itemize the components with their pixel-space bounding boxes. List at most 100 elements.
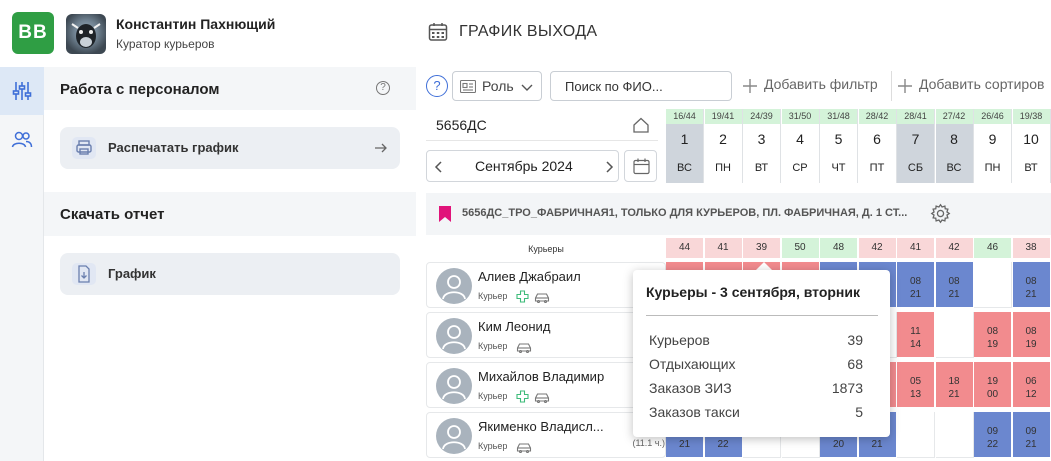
courier-row[interactable]: Ким ЛеонидКурьер84.7(84.7 <box>426 312 666 358</box>
question-icon[interactable]: ? <box>426 75 448 97</box>
courier-row[interactable]: Михайлов ВладимирКурьер195.9(135.9 <box>426 362 666 408</box>
divider <box>891 71 892 101</box>
shift-cell[interactable]: 08 19 <box>974 312 1012 358</box>
day-column[interactable]: 27/42 8 ВС <box>935 109 974 183</box>
chevron-left-icon[interactable] <box>433 160 445 174</box>
day-count: 26/46 <box>974 109 1011 124</box>
day-column[interactable]: 19/38 10 ВТ <box>1012 109 1051 183</box>
tooltip-row-label: Курьеров <box>649 332 710 348</box>
day-of-week: ПТ <box>869 162 885 174</box>
plus-icon <box>516 390 529 408</box>
courier-avatar <box>436 418 472 454</box>
day-column[interactable]: 19/41 2 ПН <box>704 109 743 183</box>
help-icon[interactable]: ? <box>376 81 390 95</box>
day-count: 16/44 <box>666 109 703 124</box>
day-column[interactable]: 31/50 4 СР <box>781 109 820 183</box>
shift-cell[interactable] <box>935 412 974 458</box>
sliders-icon[interactable] <box>11 80 33 102</box>
tooltip-arrow <box>756 262 772 270</box>
day-number: 9 <box>988 131 997 147</box>
day-of-week: ПН <box>984 162 1001 174</box>
user-avatar[interactable] <box>66 14 106 54</box>
add-sort-button[interactable]: Добавить сортиров <box>919 76 1044 92</box>
chevron-down-icon <box>521 84 533 91</box>
shift-cell[interactable]: 06 12 <box>1012 362 1051 408</box>
users-icon[interactable] <box>11 129 33 151</box>
calendar-icon <box>633 158 650 175</box>
day-total-cell: 38 <box>1012 238 1051 258</box>
day-column[interactable]: 24/39 3 ВТ <box>743 109 781 183</box>
courier-role: Курьер <box>478 391 508 401</box>
day-of-week: ВТ <box>1024 162 1038 174</box>
shift-cell[interactable]: 05 13 <box>897 362 935 408</box>
bookmark-icon <box>439 206 451 222</box>
month-label: Сентябрь 2024 <box>475 158 573 174</box>
add-filter-button[interactable]: Добавить фильтр <box>764 76 878 92</box>
courier-name[interactable]: Якименко Владисл... <box>478 419 604 434</box>
tooltip-row-label: Отдыхающих <box>649 356 736 372</box>
tooltip-row-value: 68 <box>847 356 863 372</box>
shift-cell[interactable]: 11 14 <box>897 312 935 358</box>
shift-cell[interactable]: 09 22 <box>974 412 1012 458</box>
day-total-cell: 41 <box>704 238 743 258</box>
tooltip-title: Курьеры - 3 сентября, вторник <box>646 284 860 300</box>
shift-cell[interactable] <box>935 312 974 358</box>
calendar-button[interactable] <box>624 150 657 182</box>
courier-role: Курьер <box>478 341 508 351</box>
day-number: 8 <box>950 131 958 147</box>
shift-cell[interactable]: 08 21 <box>897 262 935 308</box>
home-icon <box>633 117 649 133</box>
day-column[interactable]: 26/46 9 ПН <box>974 109 1012 183</box>
courier-avatar <box>436 368 472 404</box>
page-title: ГРАФИК ВЫХОДА <box>459 23 598 40</box>
day-of-week: ВС <box>946 162 962 174</box>
shift-cell[interactable] <box>974 262 1012 308</box>
courier-row[interactable]: Якименко Владисл...Курьер164.6(11.1 ч.) <box>426 412 666 458</box>
day-count: 31/48 <box>820 109 857 124</box>
day-number: 2 <box>719 131 727 147</box>
day-column[interactable]: 28/41 7 СБ <box>897 109 935 183</box>
courier-avatar <box>436 268 472 304</box>
day-of-week: ВС <box>677 162 692 174</box>
download-schedule-button[interactable]: График <box>60 253 400 295</box>
courier-name[interactable]: Михайлов Владимир <box>478 369 604 384</box>
courier-name[interactable]: Ким Леонид <box>478 319 550 334</box>
tooltip-row-value: 5 <box>855 404 863 420</box>
chevron-right-icon[interactable] <box>603 160 615 174</box>
day-column[interactable]: 16/44 1 ВС <box>666 109 704 183</box>
courier-avatar <box>436 318 472 354</box>
courier-role: Курьер <box>478 291 508 301</box>
day-column[interactable]: 31/48 5 ЧТ <box>820 109 858 183</box>
file-download-icon <box>72 263 96 285</box>
courier-name[interactable]: Алиев Джабраил <box>478 269 581 284</box>
shift-cell[interactable]: 08 21 <box>1012 262 1051 308</box>
car-icon <box>534 291 550 309</box>
id-card-icon <box>460 80 476 93</box>
day-count: 27/42 <box>935 109 973 124</box>
store-selector[interactable]: 5656ДС <box>426 109 658 141</box>
day-column[interactable]: 28/42 6 ПТ <box>858 109 897 183</box>
shift-cell[interactable]: 19 00 <box>974 362 1012 408</box>
calendar-icon <box>428 23 448 41</box>
tooltip-row-label: Заказов ЗИЗ <box>649 380 732 396</box>
shift-cell[interactable]: 18 21 <box>935 362 974 408</box>
shift-cell[interactable] <box>897 412 935 458</box>
app-logo[interactable]: BB <box>12 12 54 54</box>
gear-icon[interactable] <box>930 203 951 224</box>
shift-cell[interactable]: 08 21 <box>935 262 974 308</box>
print-schedule-button[interactable]: Распечатать график <box>60 127 400 169</box>
day-of-week: СБ <box>907 162 924 174</box>
plus-icon <box>516 290 529 308</box>
day-of-week: ПН <box>715 162 731 174</box>
user-name: Константин Пахнющий <box>116 16 276 32</box>
couriers-column-header: Курьеры <box>528 244 564 254</box>
day-total-cell: 46 <box>974 238 1012 258</box>
user-role: Куратор курьеров <box>116 37 215 51</box>
search-input[interactable] <box>550 71 732 101</box>
shift-cell[interactable]: 08 19 <box>1012 312 1051 358</box>
courier-row[interactable]: Алиев ДжабраилКурьер293.5(202.5 <box>426 262 666 308</box>
tooltip-divider <box>646 315 878 316</box>
role-select[interactable]: Роль <box>452 71 542 101</box>
shift-cell[interactable]: 09 21 <box>1012 412 1051 458</box>
day-count: 19/38 <box>1012 109 1050 124</box>
